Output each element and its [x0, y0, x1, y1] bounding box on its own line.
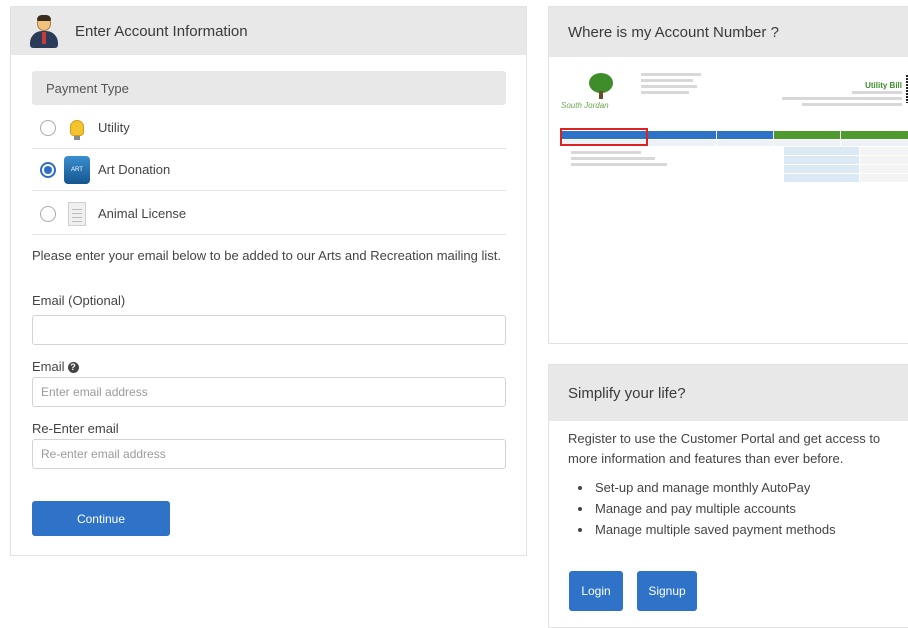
account-info-header: Enter Account Information — [11, 7, 526, 55]
sample-bill-image: South Jordan Utility Bill — [557, 67, 908, 192]
email-label-row: Email? — [32, 359, 79, 374]
document-icon — [64, 201, 90, 227]
bill-address-block — [641, 73, 721, 97]
bill-summary-box — [784, 147, 908, 183]
payment-type-header: Payment Type — [32, 71, 506, 105]
continue-button[interactable]: Continue — [32, 501, 170, 536]
payment-option-utility[interactable]: Utility — [32, 107, 506, 149]
login-button[interactable]: Login — [569, 571, 623, 611]
account-number-highlight — [560, 128, 648, 146]
user-avatar-icon — [27, 14, 61, 48]
payment-option-art-donation[interactable]: ART Art Donation — [32, 149, 506, 191]
mailing-list-note: Please enter your email below to be adde… — [32, 248, 501, 263]
bill-service-lines — [571, 151, 681, 169]
payment-type-label: Payment Type — [46, 80, 129, 96]
reenter-email-input[interactable] — [32, 439, 506, 469]
option-label-utility: Utility — [98, 120, 130, 135]
customer-portal-intro: Register to use the Customer Portal and … — [568, 431, 881, 466]
email-optional-input[interactable] — [32, 315, 506, 345]
account-info-title: Enter Account Information — [75, 22, 248, 40]
account-number-help-panel: Where is my Account Number ? South Jorda… — [548, 6, 908, 344]
help-icon[interactable]: ? — [67, 362, 79, 374]
radio-art-donation[interactable] — [40, 161, 56, 178]
payment-option-animal-license[interactable]: Animal License — [32, 193, 506, 235]
list-item: Set-up and manage monthly AutoPay — [593, 477, 836, 498]
signup-button[interactable]: Signup — [637, 571, 697, 611]
reenter-email-label: Re-Enter email — [32, 421, 119, 436]
bill-header-lines — [782, 91, 902, 109]
list-item: Manage and pay multiple accounts — [593, 498, 836, 519]
customer-portal-title: Simplify your life? — [568, 384, 686, 402]
list-item: Manage multiple saved payment methods — [593, 519, 836, 540]
bill-title: Utility Bill — [865, 81, 902, 90]
customer-portal-panel: Simplify your life? Register to use the … — [548, 364, 908, 628]
portal-feature-list: Set-up and manage monthly AutoPay Manage… — [575, 477, 836, 540]
art-donation-icon: ART — [64, 155, 90, 184]
account-info-panel: Enter Account Information Payment Type U… — [10, 6, 527, 556]
account-number-help-header: Where is my Account Number ? — [549, 7, 908, 57]
email-input[interactable] — [32, 377, 506, 407]
account-number-help-title: Where is my Account Number ? — [568, 23, 779, 41]
radio-utility[interactable] — [40, 119, 56, 136]
option-label-art-donation: Art Donation — [98, 162, 171, 177]
bill-brand: South Jordan — [561, 101, 609, 110]
email-label: Email — [32, 359, 65, 374]
email-optional-label: Email (Optional) — [32, 293, 126, 308]
customer-portal-header: Simplify your life? — [549, 365, 908, 421]
radio-animal-license[interactable] — [40, 205, 56, 222]
lightbulb-icon — [64, 115, 90, 141]
option-label-animal-license: Animal License — [98, 206, 187, 221]
